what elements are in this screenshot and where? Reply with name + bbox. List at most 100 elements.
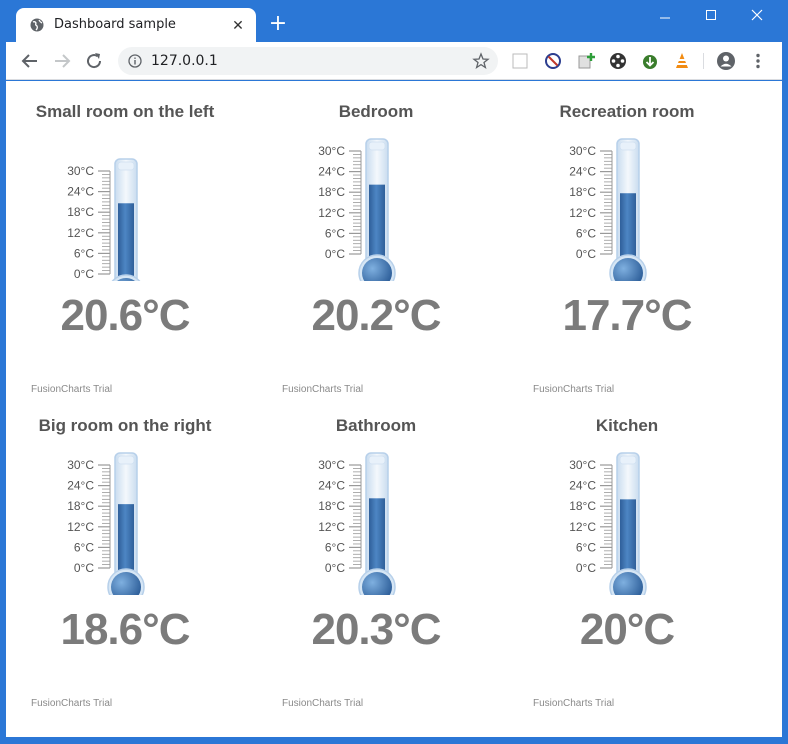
- scale-ticks: [98, 170, 111, 275]
- scale-label: 0°C: [576, 247, 596, 261]
- thermometer-gauge: 30°C 24°C 18°C 12°C 6°C 0°C: [67, 158, 141, 281]
- download-extension-icon[interactable]: [640, 51, 660, 71]
- new-tab-button[interactable]: +: [266, 13, 290, 37]
- back-arrow-icon[interactable]: [18, 49, 42, 73]
- gauge-card-small-room: Small room on the left 30°C 24°C 18°C 12°C 6…: [12, 81, 262, 395]
- scale-label: 6°C: [74, 246, 94, 260]
- maximize-icon: [706, 10, 716, 20]
- temperature-reading: 20.3°C: [311, 605, 441, 654]
- tab-title: Dashboard sample: [54, 17, 176, 32]
- trial-watermark: FusionCharts Trial: [31, 384, 113, 395]
- mercury-fill: [118, 203, 134, 281]
- scale-ticks: [349, 150, 362, 255]
- scale-ticks: [98, 464, 111, 569]
- vlc-extension-icon[interactable]: [672, 51, 692, 71]
- scale-label: 18°C: [569, 499, 596, 513]
- close-icon: [751, 9, 763, 21]
- minimize-icon: [660, 17, 670, 19]
- thermometer-gauge: 30°C 24°C 18°C 12°C 6°C 0°C: [569, 138, 647, 281]
- tube-cap: [619, 455, 637, 465]
- tube-cap: [117, 161, 135, 171]
- scale-label: 30°C: [569, 144, 596, 158]
- bookmark-star-icon[interactable]: [472, 52, 490, 70]
- scale-label: 18°C: [318, 499, 345, 513]
- scale-label: 30°C: [67, 458, 94, 472]
- toolbar-separator: [703, 53, 704, 69]
- reload-icon[interactable]: [82, 49, 106, 73]
- thermometer-gauge: 30°C 24°C 18°C 12°C 6°C 0°C: [318, 138, 396, 281]
- thermometer-gauge: 30°C 24°C 18°C 12°C 6°C 0°C: [67, 452, 145, 595]
- scale-label: 24°C: [67, 479, 94, 493]
- temperature-reading: 20.6°C: [60, 291, 190, 340]
- tube-cap: [368, 141, 386, 151]
- window-close-button[interactable]: [734, 4, 780, 28]
- gauge-card-big-room: Big room on the right 30°C 24°C 18°C 12°C 6°…: [12, 395, 262, 709]
- page-content: Small room on the left 30°C 24°C 18°C 12°C 6…: [6, 81, 782, 737]
- scale-label: 12°C: [318, 520, 345, 534]
- tube-cap: [368, 455, 386, 465]
- scale-label: 30°C: [318, 144, 345, 158]
- trial-watermark: FusionCharts Trial: [533, 698, 615, 709]
- thermometer-gauge: 30°C 24°C 18°C 12°C 6°C 0°C: [569, 452, 647, 595]
- scale-label: 18°C: [569, 185, 596, 199]
- scale-label: 30°C: [67, 164, 94, 178]
- scale-label: 18°C: [67, 205, 94, 219]
- scale-label: 12°C: [67, 520, 94, 534]
- tube-cap: [117, 455, 135, 465]
- scale-label: 18°C: [318, 185, 345, 199]
- forward-arrow-icon[interactable]: [50, 49, 74, 73]
- trial-watermark: FusionCharts Trial: [282, 698, 364, 709]
- gauge-card-bedroom: Bedroom 30°C 24°C 18°C 12°C 6°C 0°C 20.2°C Fu…: [263, 81, 513, 395]
- scale-label: 12°C: [569, 206, 596, 220]
- tube-cap: [619, 141, 637, 151]
- scale-label: 12°C: [569, 520, 596, 534]
- scale-label: 6°C: [576, 226, 596, 240]
- thermometer-gauge: 30°C 24°C 18°C 12°C 6°C 0°C: [318, 452, 396, 595]
- browser-toolbar: 127.0.0.1: [6, 42, 782, 80]
- menu-kebab-icon[interactable]: [748, 51, 768, 71]
- gauge-card-kitchen: Kitchen 30°C 24°C 18°C 12°C 6°C 0°C 20°C Fusi…: [514, 395, 764, 709]
- gauge-card-bathroom: Bathroom 30°C 24°C 18°C 12°C 6°C 0°C 20.3°C F…: [263, 395, 513, 709]
- minimize-button[interactable]: [642, 4, 688, 28]
- scale-label: 30°C: [569, 458, 596, 472]
- trial-watermark: FusionCharts Trial: [533, 384, 615, 395]
- scale-label: 0°C: [74, 267, 94, 281]
- scale-label: 6°C: [74, 540, 94, 554]
- scale-ticks: [600, 464, 613, 569]
- scale-ticks: [349, 464, 362, 569]
- trial-watermark: FusionCharts Trial: [31, 698, 113, 709]
- scale-label: 0°C: [325, 561, 345, 575]
- scale-label: 24°C: [318, 165, 345, 179]
- maximize-button[interactable]: [688, 4, 734, 28]
- address-bar[interactable]: 127.0.0.1: [118, 47, 498, 75]
- scale-ticks: [600, 150, 613, 255]
- scale-label: 24°C: [569, 165, 596, 179]
- url-text: 127.0.0.1: [151, 53, 218, 69]
- scale-label: 18°C: [67, 499, 94, 513]
- scale-label: 24°C: [569, 479, 596, 493]
- scale-label: 6°C: [325, 540, 345, 554]
- scale-label: 24°C: [67, 185, 94, 199]
- browser-window: Dashboard sample ✕ + 127.0.0.1 Small roo…: [0, 0, 788, 744]
- add-page-extension-icon[interactable]: [576, 51, 596, 71]
- gauge-card-recreation-room: Recreation room 30°C 24°C 18°C 12°C 6°C 0°C 1…: [514, 81, 764, 395]
- temperature-reading: 20°C: [579, 605, 675, 654]
- tab-strip: Dashboard sample ✕ +: [0, 0, 788, 42]
- scale-label: 0°C: [74, 561, 94, 575]
- extension-blank-icon[interactable]: [510, 51, 530, 71]
- scale-label: 0°C: [325, 247, 345, 261]
- scale-label: 12°C: [318, 206, 345, 220]
- scale-label: 6°C: [576, 540, 596, 554]
- profile-avatar-icon[interactable]: [716, 51, 736, 71]
- film-extension-icon[interactable]: [608, 51, 628, 71]
- close-tab-icon[interactable]: ✕: [230, 17, 246, 33]
- info-icon[interactable]: [128, 54, 142, 68]
- browser-tab[interactable]: Dashboard sample ✕: [16, 8, 256, 42]
- temperature-reading: 17.7°C: [562, 291, 692, 340]
- block-extension-icon[interactable]: [543, 51, 563, 71]
- scale-label: 30°C: [318, 458, 345, 472]
- temperature-reading: 20.2°C: [311, 291, 441, 340]
- trial-watermark: FusionCharts Trial: [282, 384, 364, 395]
- globe-icon: [30, 18, 44, 32]
- scale-label: 12°C: [67, 226, 94, 240]
